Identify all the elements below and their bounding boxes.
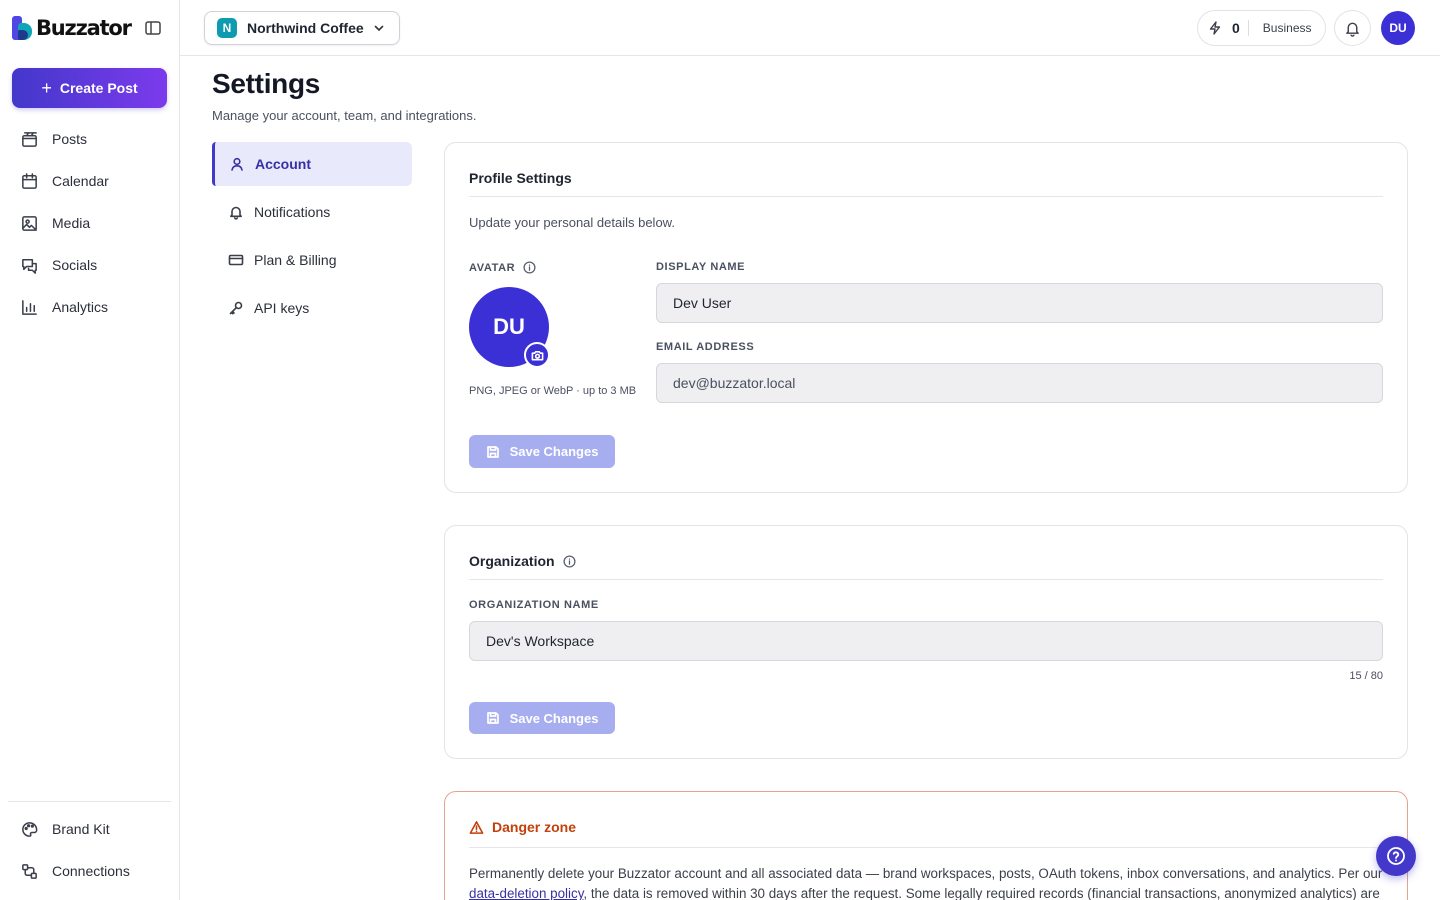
sidebar-divider <box>8 801 171 802</box>
user-avatar[interactable]: DU <box>1381 11 1415 45</box>
sidebar-item-brand-kit[interactable]: Brand Kit <box>8 808 172 850</box>
credits-plan-pill[interactable]: 0 Business <box>1197 10 1326 46</box>
warning-icon <box>469 820 484 834</box>
key-icon <box>229 301 243 315</box>
sidebar-item-label: Posts <box>52 131 88 147</box>
create-post-button[interactable]: + Create Post <box>12 68 167 108</box>
tab-label: API keys <box>254 300 310 316</box>
workspace-switcher[interactable]: N Northwind Coffee <box>204 11 400 45</box>
danger-text-end: , the data is removed within 30 days aft… <box>583 886 1380 900</box>
avatar-label-row: AVATAR <box>469 261 536 274</box>
sidebar-item-socials[interactable]: Socials <box>8 244 172 286</box>
user-icon <box>231 157 243 171</box>
tab-account[interactable]: Account <box>212 142 412 186</box>
pill-divider <box>1247 20 1249 36</box>
save-label: Save Changes <box>509 444 599 459</box>
plus-icon: + <box>41 78 52 98</box>
tab-label: Plan & Billing <box>254 252 337 268</box>
organization-title: Organization <box>469 553 555 569</box>
tab-label: Account <box>255 156 311 172</box>
logo-mark-icon <box>12 16 34 40</box>
sidebar: Buzzator + Create Post Posts Calendar Me… <box>0 0 180 900</box>
save-label: Save Changes <box>509 710 599 726</box>
profile-description: Update your personal details below. <box>469 215 675 230</box>
card-divider <box>469 196 1383 197</box>
create-post-label: Create Post <box>59 80 138 96</box>
save-icon <box>486 712 499 724</box>
sidebar-item-label: Analytics <box>52 299 109 315</box>
camera-icon <box>531 350 543 360</box>
sidebar-item-calendar[interactable]: Calendar <box>8 160 172 202</box>
sidebar-item-label: Calendar <box>52 173 109 189</box>
card-divider <box>469 847 1383 848</box>
info-icon[interactable] <box>563 554 576 568</box>
page-subtitle: Manage your account, team, and integrati… <box>212 108 477 123</box>
email-label: EMAIL ADDRESS <box>656 341 755 353</box>
change-avatar-button[interactable] <box>524 342 550 368</box>
notifications-button[interactable] <box>1334 10 1371 46</box>
save-icon <box>486 445 499 458</box>
tab-api-keys[interactable]: API keys <box>212 286 412 330</box>
image-icon <box>22 215 37 231</box>
main-nav: Posts Calendar Media Socials Analytics <box>8 118 172 328</box>
tab-plan-billing[interactable]: Plan & Billing <box>212 238 412 282</box>
bolt-icon <box>1209 21 1221 35</box>
credits-count: 0 <box>1232 20 1240 36</box>
top-bar: N Northwind Coffee 0 Business DU <box>180 0 1440 56</box>
display-name-label: DISPLAY NAME <box>656 261 746 273</box>
help-button[interactable] <box>1376 836 1416 876</box>
organization-card: Organization ORGANIZATION NAME Dev's Wor… <box>444 525 1408 759</box>
bottom-nav: Brand Kit Connections <box>8 808 172 892</box>
workspace-badge: N <box>217 18 237 38</box>
info-icon[interactable] <box>523 261 536 274</box>
sidebar-item-analytics[interactable]: Analytics <box>8 286 172 328</box>
help-icon <box>1387 847 1405 865</box>
danger-title-row: Danger zone <box>469 819 576 835</box>
page-title: Settings <box>212 68 321 99</box>
connections-icon <box>22 863 37 879</box>
email-field[interactable]: dev@buzzator.local <box>656 363 1383 403</box>
workspace-name: Northwind Coffee <box>247 20 364 36</box>
organization-save-button[interactable]: Save Changes <box>469 702 615 734</box>
palette-icon <box>22 821 38 837</box>
danger-text-start: Permanently delete your Buzzator account… <box>469 866 1383 881</box>
chat-icon <box>22 258 37 274</box>
tab-label: Notifications <box>254 204 331 220</box>
sidebar-item-label: Media <box>52 215 91 231</box>
sidebar-item-label: Connections <box>52 863 130 879</box>
sidebar-item-label: Brand Kit <box>52 821 110 837</box>
card-divider <box>469 579 1383 580</box>
danger-title: Danger zone <box>492 819 577 835</box>
avatar-hint: PNG, JPEG or WebP · up to 3 MB <box>469 385 637 397</box>
sidebar-item-posts[interactable]: Posts <box>8 118 172 160</box>
sidebar-item-label: Socials <box>52 257 98 273</box>
organization-name-field[interactable]: Dev's Workspace <box>469 621 1383 661</box>
sidebar-item-connections[interactable]: Connections <box>8 850 172 892</box>
sidebar-collapse-icon[interactable] <box>144 19 162 37</box>
organization-title-row: Organization <box>469 553 576 569</box>
bell-icon <box>230 206 242 220</box>
posts-icon <box>22 131 37 147</box>
profile-card-title: Profile Settings <box>469 170 572 186</box>
display-name-field[interactable]: Dev User <box>656 283 1383 323</box>
avatar-label: AVATAR <box>469 261 516 274</box>
danger-description: Permanently delete your Buzzator account… <box>469 864 1385 900</box>
bell-icon <box>1346 22 1359 37</box>
settings-nav: Account Notifications Plan & Billing API… <box>212 142 412 334</box>
tab-notifications[interactable]: Notifications <box>212 190 412 234</box>
profile-settings-card: Profile Settings Update your personal de… <box>444 142 1408 493</box>
chevron-down-icon <box>374 25 384 32</box>
brand-name: Buzzator <box>36 16 132 40</box>
danger-zone-card: Danger zone Permanently delete your Buzz… <box>444 791 1408 900</box>
bar-chart-icon <box>22 299 37 315</box>
calendar-icon <box>22 172 37 189</box>
organization-name-label: ORGANIZATION NAME <box>469 599 599 611</box>
credit-card-icon <box>228 254 244 266</box>
sidebar-item-media[interactable]: Media <box>8 202 172 244</box>
character-counter: 15 / 80 <box>1349 670 1383 682</box>
plan-label: Business <box>1262 21 1312 35</box>
profile-save-button[interactable]: Save Changes <box>469 435 615 468</box>
data-deletion-policy-link[interactable]: data-deletion policy <box>469 886 583 900</box>
